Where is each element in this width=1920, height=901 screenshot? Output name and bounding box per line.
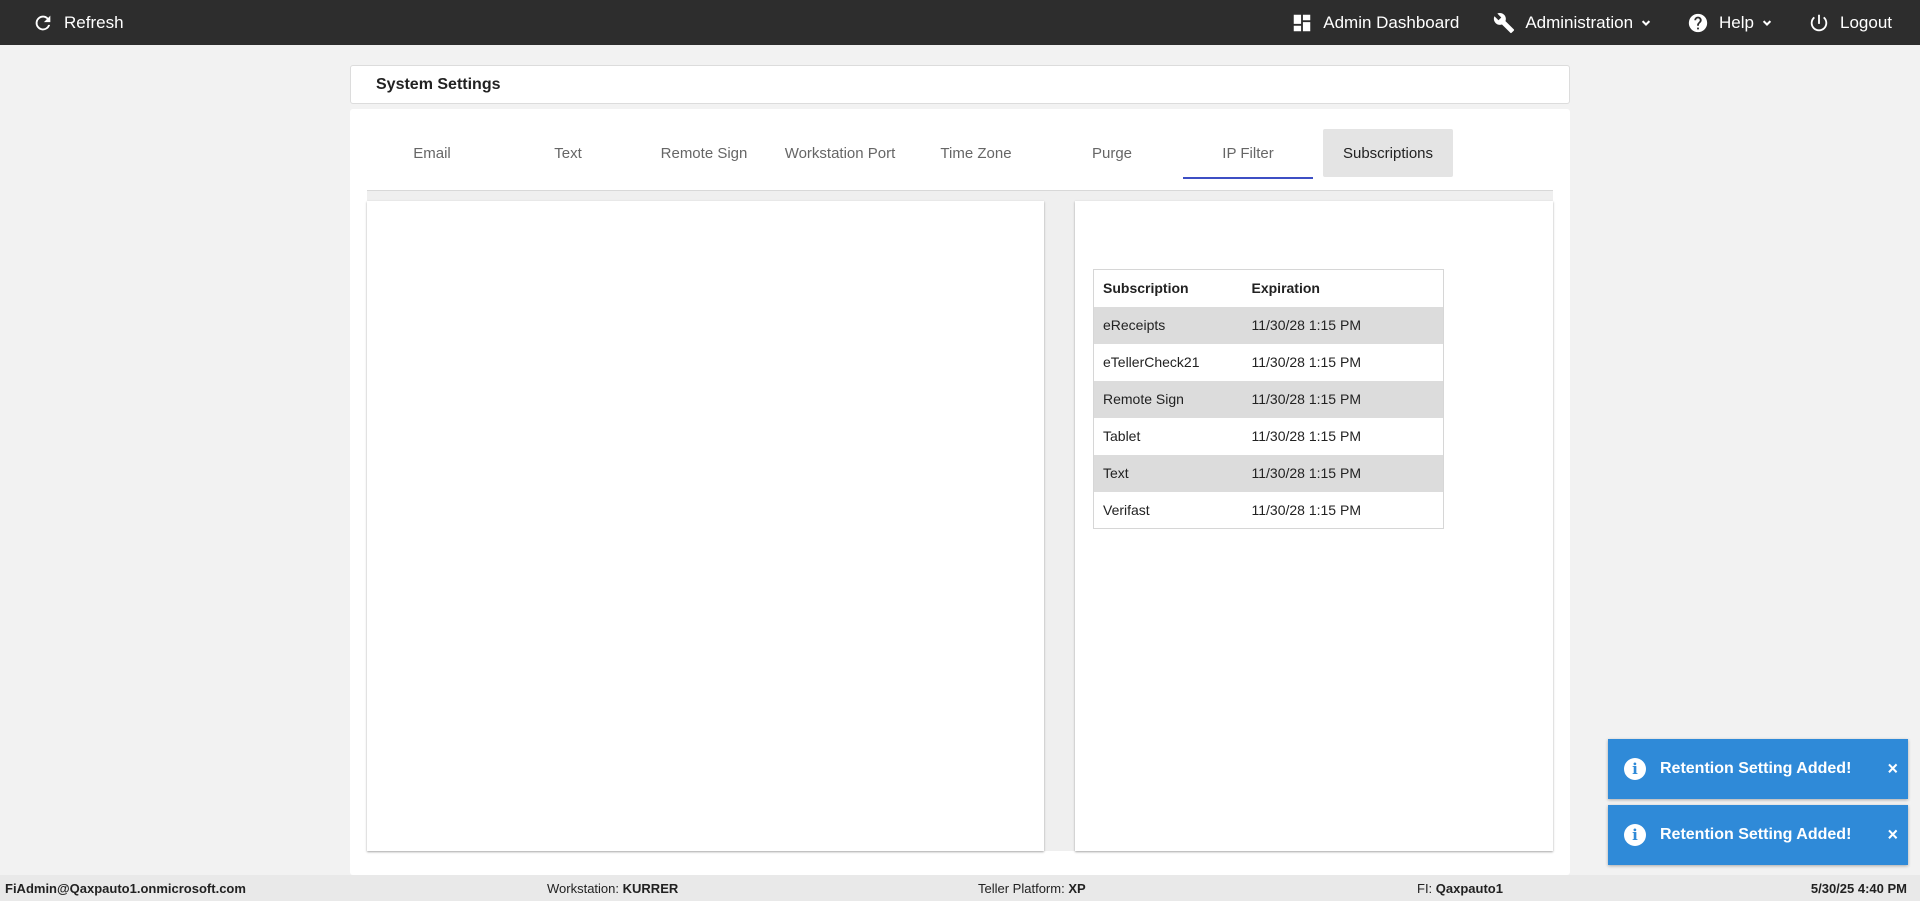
status-workstation: Workstation: KURRER bbox=[547, 875, 678, 901]
tab-email[interactable]: Email bbox=[367, 129, 497, 177]
tab-remote-sign[interactable]: Remote Sign bbox=[639, 129, 769, 177]
subscription-name: Remote Sign bbox=[1093, 380, 1243, 418]
dashboard-icon bbox=[1293, 14, 1311, 31]
subscription-expiration: 11/30/28 1:15 PM bbox=[1242, 306, 1444, 344]
subscription-name: eTellerCheck21 bbox=[1103, 354, 1200, 370]
table-row: Remote Sign 11/30/28 1:15 PM bbox=[1093, 380, 1444, 418]
refresh-button[interactable]: Refresh bbox=[32, 0, 124, 45]
left-panel bbox=[367, 201, 1044, 851]
help-menu[interactable]: Help bbox=[1687, 0, 1774, 45]
subscription-expiration: 11/30/28 1:15 PM bbox=[1242, 454, 1444, 492]
tab-time-zone[interactable]: Time Zone bbox=[911, 129, 1041, 177]
subscription-expiration: 11/30/28 1:15 PM bbox=[1242, 380, 1444, 418]
info-icon: i bbox=[1624, 824, 1646, 846]
subscriptions-table: Subscription Expiration eReceipts 11/30/… bbox=[1093, 269, 1444, 529]
page-title: System Settings bbox=[376, 75, 501, 93]
column-header-subscription: Subscription bbox=[1093, 269, 1243, 307]
admin-dashboard-label: Admin Dashboard bbox=[1323, 12, 1460, 32]
administration-menu[interactable]: Administration bbox=[1493, 0, 1653, 45]
refresh-label: Refresh bbox=[64, 12, 124, 32]
fi-label: FI: bbox=[1417, 880, 1433, 896]
logout-button[interactable]: Logout bbox=[1808, 0, 1892, 45]
help-label: Help bbox=[1719, 12, 1754, 32]
page-title-card: System Settings bbox=[350, 65, 1570, 104]
chevron-down-icon bbox=[1641, 19, 1651, 26]
toast-message: Retention Setting Added! bbox=[1660, 760, 1852, 777]
settings-card: Email Text Remote Sign Workstation Port … bbox=[350, 109, 1570, 875]
tab-content-area: Subscription Expiration eReceipts 11/30/… bbox=[367, 191, 1553, 851]
status-datetime: 5/30/25 4:40 PM bbox=[1811, 875, 1907, 901]
top-navigation-bar: Refresh Admin Dashboard Administration H… bbox=[0, 0, 1920, 45]
subscription-expiration: 11/30/28 1:15 PM bbox=[1251, 501, 1361, 518]
info-icon: i bbox=[1624, 758, 1646, 780]
table-row: Verifast 11/30/28 1:15 PM bbox=[1094, 492, 1444, 529]
power-icon bbox=[1810, 14, 1828, 31]
administration-label: Administration bbox=[1525, 12, 1634, 32]
close-icon[interactable]: × bbox=[1887, 825, 1898, 846]
table-row: eTellerCheck21 11/30/28 1:15 PM bbox=[1094, 344, 1444, 381]
user-email: FiAdmin@Qaxpauto1.onmicrosoft.com bbox=[5, 880, 246, 896]
column-header-expiration: Expiration bbox=[1242, 269, 1444, 307]
toast-notification: i Retention Setting Added! × bbox=[1608, 739, 1908, 799]
settings-tabs: Email Text Remote Sign Workstation Port … bbox=[367, 129, 1553, 191]
teller-platform-label: Teller Platform: bbox=[978, 880, 1065, 896]
status-fi: FI: Qaxpauto1 bbox=[1417, 875, 1503, 901]
table-row: eReceipts 11/30/28 1:15 PM bbox=[1093, 306, 1444, 344]
wrench-icon bbox=[1494, 12, 1515, 33]
workstation-value: KURRER bbox=[622, 880, 679, 896]
status-user: FiAdmin@Qaxpauto1.onmicrosoft.com bbox=[5, 875, 246, 901]
subscription-name: Text bbox=[1093, 454, 1243, 492]
toast-message: Retention Setting Added! bbox=[1660, 826, 1852, 843]
admin-dashboard-button[interactable]: Admin Dashboard bbox=[1291, 0, 1459, 45]
tab-workstation-port[interactable]: Workstation Port bbox=[775, 129, 905, 177]
status-teller-platform: Teller Platform: XP bbox=[978, 875, 1086, 901]
tab-purge[interactable]: Purge bbox=[1047, 129, 1177, 177]
close-icon[interactable]: × bbox=[1887, 759, 1898, 780]
table-header-row: Subscription Expiration bbox=[1093, 269, 1444, 307]
table-row: Tablet 11/30/28 1:15 PM bbox=[1094, 418, 1444, 455]
tab-subscriptions[interactable]: Subscriptions bbox=[1323, 129, 1453, 177]
fi-value: Qaxpauto1 bbox=[1435, 880, 1503, 896]
subscription-name: Tablet bbox=[1103, 428, 1141, 444]
status-bar: FiAdmin@Qaxpauto1.onmicrosoft.com Workst… bbox=[0, 875, 1920, 901]
tab-text[interactable]: Text bbox=[503, 129, 633, 177]
datetime-value: 5/30/25 4:40 PM bbox=[1810, 880, 1907, 896]
refresh-icon bbox=[35, 15, 51, 30]
help-icon bbox=[1688, 13, 1708, 32]
logout-label: Logout bbox=[1840, 12, 1892, 32]
workstation-label: Workstation: bbox=[547, 880, 620, 896]
table-row: Text 11/30/28 1:15 PM bbox=[1093, 454, 1444, 492]
subscription-name: Verifast bbox=[1103, 501, 1150, 518]
subscription-expiration: 11/30/28 1:15 PM bbox=[1251, 428, 1361, 444]
subscriptions-panel: Subscription Expiration eReceipts 11/30/… bbox=[1075, 201, 1553, 851]
chevron-down-icon bbox=[1762, 19, 1772, 26]
subscription-name: eReceipts bbox=[1093, 306, 1243, 344]
toast-notification: i Retention Setting Added! × bbox=[1608, 805, 1908, 865]
subscription-expiration: 11/30/28 1:15 PM bbox=[1251, 354, 1361, 370]
tab-ip-filter[interactable]: IP Filter bbox=[1183, 129, 1313, 179]
teller-platform-value: XP bbox=[1068, 880, 1086, 896]
